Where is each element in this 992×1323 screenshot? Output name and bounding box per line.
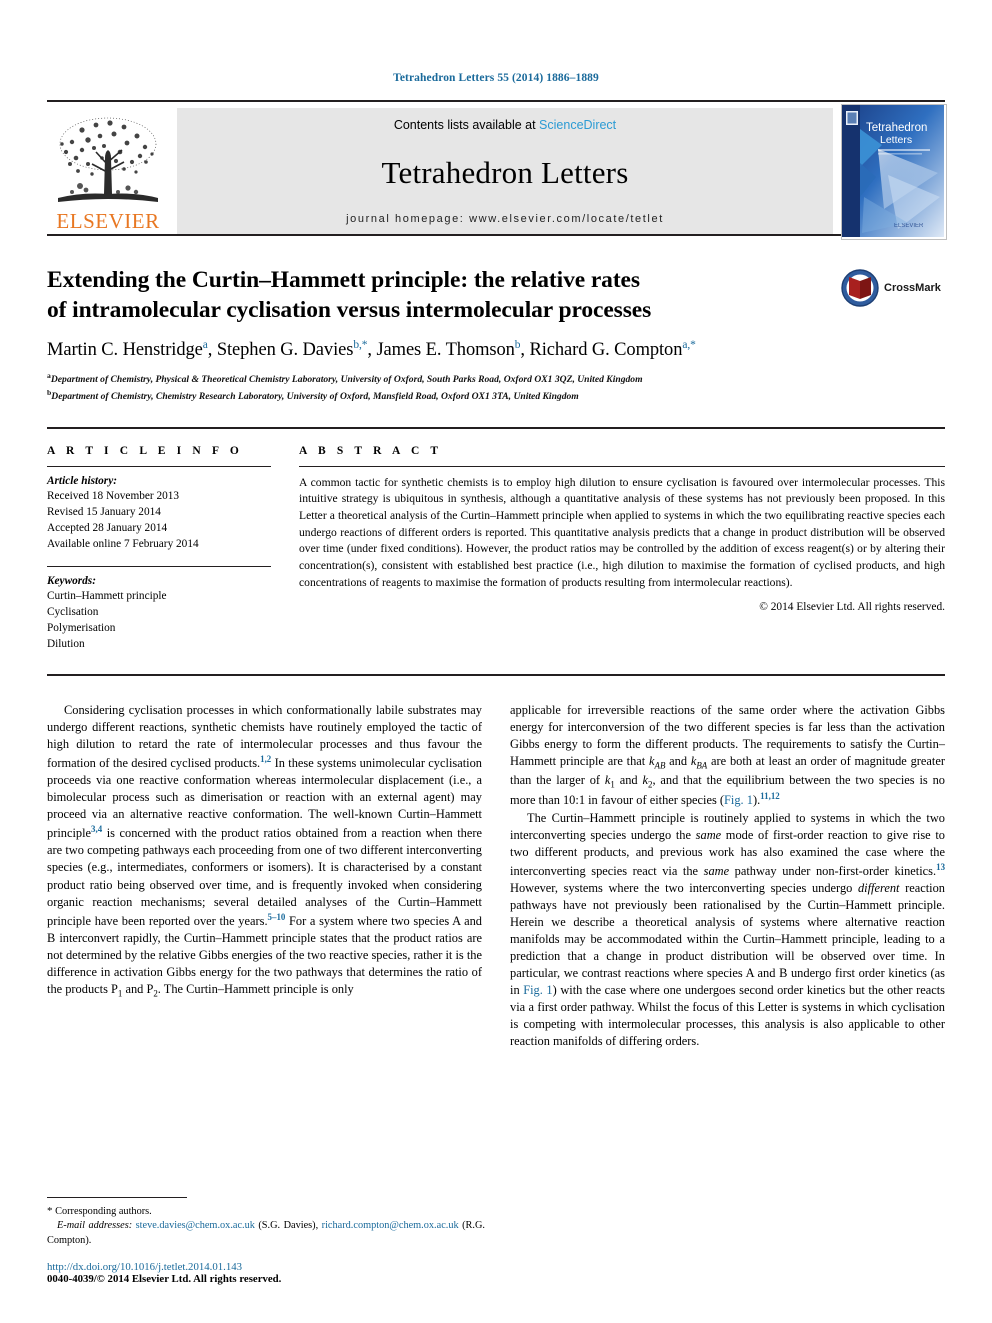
email-addresses-note: E-mail addresses: steve.davies@chem.ox.a… [47,1219,485,1248]
body-column-left: Considering cyclisation processes in whi… [47,702,482,1051]
body-paragraph: The Curtin–Hammett principle is routinel… [510,810,945,1051]
svg-text:Letters: Letters [880,134,912,146]
emphasis-same: same [695,827,722,842]
body-paragraph: applicable for irreversible reactions of… [510,702,945,810]
crossmark-label: CrossMark [884,282,941,294]
footnote-rule [47,1196,187,1198]
author-separator: , [207,340,217,361]
history-accepted: Accepted 28 January 2014 [47,521,168,534]
figure-link[interactable]: Fig. 1 [724,794,753,808]
article-title-line-2: of intramolecular cyclisation versus int… [47,296,652,323]
article-info-rule [47,465,271,467]
abstract-copyright: © 2014 Elsevier Ltd. All rights reserved… [759,601,945,614]
paragraph-segment: However, systems where the two interconv… [510,880,858,895]
author-name[interactable]: James E. Thomson [376,340,514,360]
abstract-text: A common tactic for synthetic chemists i… [299,475,945,589]
subscript: BA [696,760,708,771]
article-info-column: A R T I C L E I N F O Article history: R… [47,445,299,652]
body-column-right: applicable for irreversible reactions of… [510,702,945,1051]
author-name[interactable]: Stephen G. Davies [217,340,354,360]
masthead-bottom-rule [47,234,945,236]
svg-text:Tetrahedron: Tetrahedron [866,122,927,134]
affiliation-item: aDepartment of Chemistry, Physical & The… [47,370,945,387]
article-info-heading: A R T I C L E I N F O [47,444,243,457]
author-affiliation-mark: b,* [353,339,368,352]
contents-prefix: Contents lists available at [393,118,540,132]
author-affiliation-mark: a,* [682,339,696,352]
paragraph-segment: and [665,753,691,768]
corresponding-author-note: * Corresponding authors. [47,1204,485,1219]
crossmark-icon [841,269,879,307]
email-link[interactable]: richard.compton@chem.ox.ac.uk [322,1220,459,1231]
body-text: Considering cyclisation processes in whi… [47,702,945,1051]
journal-masthead: ELSEVIER Contents lists available at Sci… [47,100,947,240]
reference-marker[interactable]: 13 [936,862,945,872]
doi-link[interactable]: http://dx.doi.org/10.1016/j.tetlet.2014.… [47,1261,485,1273]
paragraph-segment: and [614,772,643,787]
keywords-rule [47,565,271,567]
article-title-line-1: Extending the Curtin–Hammett principle: … [47,267,640,293]
history-revised: Revised 15 January 2014 [47,505,161,518]
keywords-label: Keywords: [47,574,96,587]
paragraph-segment: ) with the case where one undergoes seco… [510,983,945,1049]
figure-link[interactable]: Fig. 1 [523,983,552,997]
running-head: Tetrahedron Letters 55 (2014) 1886–1889 [393,72,599,84]
journal-title: Tetrahedron Letters [381,154,629,190]
contents-available-line: Contents lists available at ScienceDirec… [394,118,616,132]
journal-banner: Contents lists available at ScienceDirec… [177,108,833,234]
elsevier-tree-icon [58,117,158,202]
subscript: AB [654,760,666,771]
paragraph-segment: and P [122,981,154,996]
abstract-heading: A B S T R A C T [299,444,443,457]
info-abstract-section: A R T I C L E I N F O Article history: R… [47,426,945,652]
reference-marker[interactable]: 11,12 [760,791,780,801]
title-block: CrossMark Extending the Curtin–Hammett p… [47,266,945,405]
keywords-block: Keywords: Curtin–Hammett principle Cycli… [47,565,271,652]
keyword-item: Cyclisation [47,605,99,618]
article-history-label: Article history: [47,474,117,487]
author-list: Martin C. Henstridgea, Stephen G. Davies… [47,339,945,361]
abstract-rule [299,465,945,467]
corresponding-authors-text: Corresponding authors. [52,1205,152,1217]
history-received: Received 18 November 2013 [47,489,180,502]
keyword-item: Polymerisation [47,621,116,634]
elsevier-wordmark: ELSEVIER [56,209,160,233]
paragraph-segment: is concerned with the product ratios obt… [47,826,482,928]
page-title: Extending the Curtin–Hammett principle: … [47,266,945,325]
paragraph-segment: . The Curtin–Hammett principle is only [157,981,354,996]
reference-marker[interactable]: 1,2 [260,754,271,764]
elsevier-logo: ELSEVIER [47,108,169,234]
email-label: E-mail addresses: [57,1220,133,1232]
abstract-column: A B S T R A C T A common tactic for synt… [299,445,945,652]
affiliation-list: aDepartment of Chemistry, Physical & The… [47,370,945,404]
author-name[interactable]: Martin C. Henstridge [47,340,203,360]
reference-marker[interactable]: 5–10 [268,912,286,922]
emphasis-same: same [703,863,730,878]
footnote-block: * Corresponding authors. E-mail addresse… [47,1196,485,1285]
paragraph-segment: reaction pathways have not previously be… [510,880,945,998]
paragraph-segment: pathway under non-first-order kinetics. [729,863,937,878]
journal-homepage-link[interactable]: journal homepage: www.elsevier.com/locat… [346,213,664,225]
crossmark-badge[interactable]: CrossMark [840,264,945,312]
affiliation-text: Department of Chemistry, Physical & Theo… [50,374,643,386]
sciencedirect-link[interactable]: ScienceDirect [539,118,616,132]
affiliation-item: bDepartment of Chemistry, Chemistry Rese… [47,387,945,404]
article-page: Tetrahedron Letters 55 (2014) 1886–1889 [0,0,992,1323]
keyword-item: Dilution [47,637,85,650]
affiliation-text: Department of Chemistry, Chemistry Resea… [51,391,579,403]
author-name[interactable]: Richard G. Compton [529,340,682,360]
issn-copyright-line: 0040-4039/© 2014 Elsevier Ltd. All right… [47,1273,282,1285]
email-link[interactable]: steve.davies@chem.ox.ac.uk [136,1220,255,1231]
journal-cover-image: Tetrahedron Letters ELSEVIER [842,105,944,237]
history-available-online: Available online 7 February 2014 [47,537,199,550]
body-paragraph: Considering cyclisation processes in whi… [47,702,482,1000]
keyword-item: Curtin–Hammett principle [47,589,167,602]
body-top-rule [47,673,945,676]
email-owner: (S.G. Davies), [258,1220,319,1232]
svg-text:ELSEVIER: ELSEVIER [894,223,924,229]
journal-cover-thumbnail[interactable]: Tetrahedron Letters ELSEVIER [841,104,947,240]
emphasis-different: different [857,880,900,895]
reference-marker[interactable]: 3,4 [91,824,102,834]
